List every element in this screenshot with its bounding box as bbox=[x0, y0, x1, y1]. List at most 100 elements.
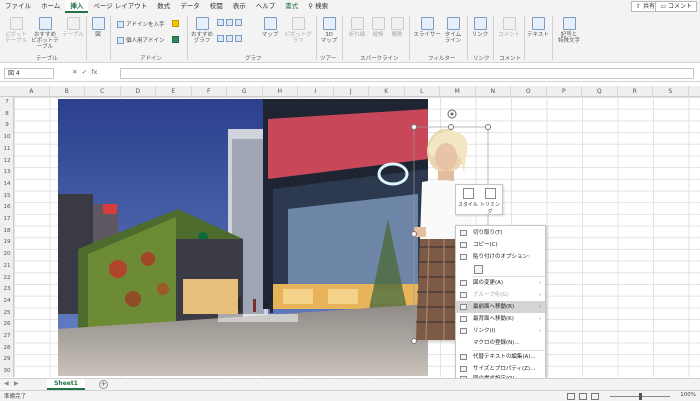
bing-icon[interactable] bbox=[172, 20, 179, 27]
column-header-M[interactable]: M bbox=[440, 86, 476, 97]
menu-item-send-to-back[interactable]: 最背面へ移動(K) › bbox=[456, 313, 545, 325]
column-header-A[interactable]: A bbox=[14, 86, 50, 97]
recommended-charts-button[interactable]: おすすめ グラフ bbox=[190, 17, 214, 44]
column-header-G[interactable]: G bbox=[227, 86, 263, 97]
column-header-N[interactable]: N bbox=[476, 86, 511, 97]
tab-review[interactable]: 校閲 bbox=[205, 0, 228, 13]
resize-handle[interactable] bbox=[448, 124, 454, 130]
text-button[interactable]: テキスト bbox=[527, 17, 549, 38]
comment-button[interactable]: コメント bbox=[496, 17, 522, 38]
column-chart-icon[interactable] bbox=[217, 19, 242, 26]
sparkline-line-button[interactable]: 折れ線 bbox=[346, 17, 368, 38]
tab-page-layout[interactable]: ページ レイアウト bbox=[88, 0, 152, 13]
style-button[interactable]: スタイル bbox=[458, 188, 478, 208]
menu-item-change-picture[interactable]: 図の変更(A) › bbox=[456, 277, 545, 289]
menu-item-assign-macro[interactable]: マクロの登録(N)... bbox=[456, 337, 545, 349]
resize-handle[interactable] bbox=[411, 124, 417, 130]
menu-item-cut[interactable]: 切り取り(T) bbox=[456, 227, 545, 239]
tab-view[interactable]: 表示 bbox=[228, 0, 251, 13]
link-button[interactable]: リンク bbox=[470, 17, 490, 38]
inserted-picture-city[interactable] bbox=[58, 99, 428, 376]
get-addins-button[interactable]: アドインを入手 bbox=[117, 20, 165, 28]
column-header-C[interactable]: C bbox=[85, 86, 121, 97]
row-header-11[interactable]: 11 bbox=[0, 144, 14, 155]
my-addins-button[interactable]: 個人用アドイン bbox=[117, 36, 165, 44]
row-header-29[interactable]: 29 bbox=[0, 354, 14, 365]
column-header-L[interactable]: L bbox=[405, 86, 440, 97]
column-header-E[interactable]: E bbox=[156, 86, 192, 97]
resize-handle[interactable] bbox=[411, 338, 417, 344]
row-header-16[interactable]: 16 bbox=[0, 202, 14, 213]
sparkline-winloss-button[interactable]: 勝敗 bbox=[388, 17, 406, 38]
slicer-button[interactable]: スライサー bbox=[413, 17, 441, 38]
row-header-20[interactable]: 20 bbox=[0, 249, 14, 260]
tab-help[interactable]: ヘルプ bbox=[251, 0, 281, 13]
recommended-pivot-button[interactable]: おすすめ ピボットテーブル bbox=[30, 17, 60, 50]
row-header-7[interactable]: 7 bbox=[0, 97, 14, 108]
column-header-S[interactable]: S bbox=[653, 86, 689, 97]
row-header-9[interactable]: 9 bbox=[0, 120, 14, 131]
normal-view-icon[interactable] bbox=[567, 393, 575, 400]
pivot-table-button[interactable]: ピボット テーブル bbox=[3, 17, 29, 44]
tab-home[interactable]: ホーム bbox=[36, 0, 65, 13]
column-header-F[interactable]: F bbox=[192, 86, 227, 97]
row-header-13[interactable]: 13 bbox=[0, 167, 14, 178]
resize-handle[interactable] bbox=[411, 231, 417, 237]
add-sheet-button[interactable]: + bbox=[99, 380, 108, 389]
enter-icon[interactable]: ✓ bbox=[82, 68, 87, 76]
page-break-view-icon[interactable] bbox=[591, 393, 599, 400]
column-header-R[interactable]: R bbox=[618, 86, 653, 97]
3d-map-button[interactable]: 3D マップ bbox=[319, 17, 339, 44]
search-box[interactable]: ⚲ 検索 bbox=[303, 0, 333, 13]
row-header-22[interactable]: 22 bbox=[0, 273, 14, 284]
column-header-Q[interactable]: Q bbox=[582, 86, 618, 97]
column-header-K[interactable]: K bbox=[369, 86, 405, 97]
column-header-B[interactable]: B bbox=[50, 86, 85, 97]
column-header-D[interactable]: D bbox=[121, 86, 156, 97]
zoom-level[interactable]: 100% bbox=[680, 392, 696, 398]
comments-button[interactable]: ▭ コメント bbox=[655, 1, 697, 12]
row-header-28[interactable]: 28 bbox=[0, 343, 14, 354]
fx-icon[interactable]: fx bbox=[91, 68, 97, 76]
illustrations-button[interactable]: 図 bbox=[90, 17, 106, 38]
tab-file[interactable]: ファイル bbox=[0, 0, 36, 13]
row-header-8[interactable]: 8 bbox=[0, 109, 14, 120]
crop-button[interactable]: トリミング bbox=[480, 188, 500, 215]
timeline-button[interactable]: タイム ライン bbox=[442, 17, 464, 44]
tab-format[interactable]: 書式 bbox=[280, 0, 303, 13]
scroll-right-icon[interactable]: ▶ bbox=[14, 380, 19, 387]
column-header-P[interactable]: P bbox=[547, 86, 582, 97]
row-header-15[interactable]: 15 bbox=[0, 191, 14, 202]
tab-formulas[interactable]: 数式 bbox=[152, 0, 175, 13]
column-header-H[interactable]: H bbox=[263, 86, 298, 97]
row-header-12[interactable]: 12 bbox=[0, 156, 14, 167]
row-header-21[interactable]: 21 bbox=[0, 261, 14, 272]
column-header-I[interactable]: I bbox=[298, 86, 334, 97]
formula-input[interactable] bbox=[120, 68, 694, 79]
row-header-23[interactable]: 23 bbox=[0, 284, 14, 295]
menu-item-bring-to-front[interactable]: 最前面へ移動(R) › bbox=[456, 301, 545, 313]
scroll-left-icon[interactable]: ◀ bbox=[4, 380, 9, 387]
maps-button[interactable]: マップ bbox=[259, 17, 281, 38]
page-layout-view-icon[interactable] bbox=[579, 393, 587, 400]
row-header-10[interactable]: 10 bbox=[0, 132, 14, 143]
sheet-tab-sheet1[interactable]: Sheet1 bbox=[47, 379, 85, 390]
pivot-chart-button[interactable]: ピボットグラフ bbox=[282, 17, 314, 44]
name-box[interactable]: 図 4 bbox=[4, 68, 54, 79]
resize-handle[interactable] bbox=[485, 124, 491, 130]
people-graph-icon[interactable] bbox=[172, 36, 179, 43]
row-header-26[interactable]: 26 bbox=[0, 319, 14, 330]
table-button[interactable]: テーブル bbox=[62, 17, 84, 38]
tab-data[interactable]: データ bbox=[175, 0, 205, 13]
column-header-O[interactable]: O bbox=[511, 86, 547, 97]
row-header-14[interactable]: 14 bbox=[0, 179, 14, 190]
row-header-17[interactable]: 17 bbox=[0, 214, 14, 225]
cancel-icon[interactable]: ✕ bbox=[72, 68, 77, 76]
tab-insert[interactable]: 挿入 bbox=[65, 0, 89, 13]
menu-item-link[interactable]: リンク(I) › bbox=[456, 325, 545, 337]
zoom-slider-knob[interactable] bbox=[639, 393, 642, 400]
bar-chart-icon[interactable] bbox=[217, 35, 242, 42]
sparkline-column-button[interactable]: 縦棒 bbox=[369, 17, 387, 38]
row-header-27[interactable]: 27 bbox=[0, 331, 14, 342]
row-header-18[interactable]: 18 bbox=[0, 226, 14, 237]
